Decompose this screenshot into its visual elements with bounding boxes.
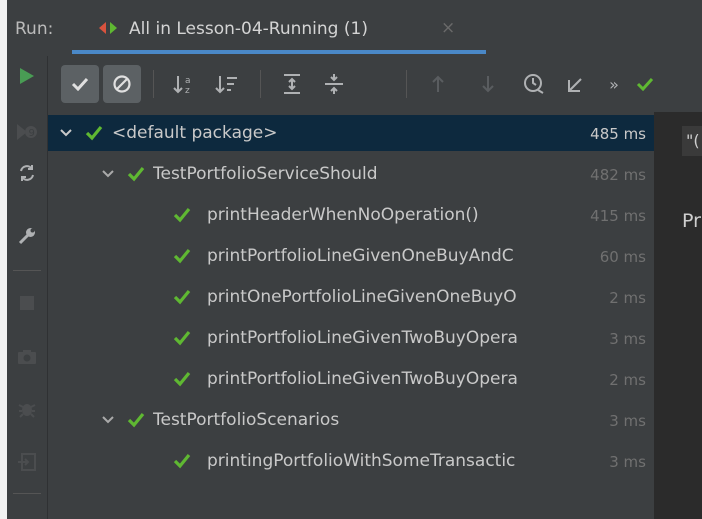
tree-row-label: printingPortfolioWithSomeTransactic [207, 451, 516, 471]
tree-row-label: TestPortfolioServiceShould [153, 164, 378, 184]
tree-row-duration: 3 ms [609, 412, 646, 430]
passed-check-icon [127, 412, 145, 428]
ignored-icon [113, 75, 131, 93]
import-arrow-icon [568, 78, 582, 92]
run-label: Run: [15, 19, 54, 39]
svg-text:9: 9 [29, 128, 35, 139]
tree-row-duration: 3 ms [609, 453, 646, 471]
passed-check-icon [173, 248, 191, 264]
collapse-all-icon [325, 74, 343, 94]
show-passed-button[interactable] [61, 65, 99, 103]
stop-icon[interactable] [7, 287, 47, 319]
run-config-icon [99, 22, 117, 34]
active-tab-indicator [72, 50, 486, 54]
clock-icon [524, 74, 544, 94]
camera-icon[interactable] [7, 341, 47, 373]
rerun-failed-icon[interactable]: 9 [7, 116, 47, 148]
rerun-icon[interactable] [7, 60, 47, 92]
console-output[interactable]: "( Pr [655, 112, 702, 519]
tree-row-duration: 2 ms [609, 371, 646, 389]
passed-check-icon [173, 453, 191, 469]
chevron-down-icon[interactable] [57, 124, 75, 142]
run-tab-bar: Run: All in Lesson-04-Running (1) × [7, 0, 702, 56]
close-icon[interactable]: × [441, 18, 455, 38]
checkmark-icon [71, 77, 89, 91]
svg-text:z: z [185, 86, 190, 95]
test-history-button[interactable] [515, 65, 553, 103]
arrow-up-icon [432, 75, 444, 92]
run-tab-title: All in Lesson-04-Running (1) [129, 19, 368, 39]
checkmark-icon [636, 77, 654, 91]
sort-duration-icon [215, 76, 237, 94]
previous-failed-button[interactable] [419, 65, 457, 103]
tree-row-label: printPortfolioLineGivenOneBuyAndC [207, 246, 514, 266]
chevron-down-icon[interactable] [99, 411, 117, 429]
expand-all-button[interactable] [273, 65, 311, 103]
import-icon[interactable] [7, 446, 47, 478]
toggle-auto-test-icon[interactable] [7, 157, 47, 189]
tree-row-label: printOnePortfolioLineGivenOneBuyO [207, 287, 517, 307]
toolbar-separator [406, 70, 407, 98]
sort-alpha-icon: az [173, 76, 191, 95]
passed-check-icon [173, 371, 191, 387]
toolbar-divider [13, 493, 41, 494]
tree-row-test-method[interactable]: printOnePortfolioLineGivenOneBuyO 2 ms [48, 279, 654, 315]
arrow-down-icon [482, 76, 494, 93]
passed-check-icon [173, 330, 191, 346]
tree-row-duration: 2 ms [609, 289, 646, 307]
toolbar-separator [260, 70, 261, 98]
svg-text:a: a [185, 76, 191, 86]
tree-row-test-method[interactable]: printPortfolioLineGivenTwoBuyOpera 3 ms [48, 320, 654, 356]
passed-check-icon [173, 289, 191, 305]
tree-row-duration: 415 ms [590, 207, 646, 225]
sort-by-duration-button[interactable] [208, 65, 246, 103]
tree-row-label: printHeaderWhenNoOperation() [207, 205, 479, 225]
tree-row-test-method[interactable]: printingPortfolioWithSomeTransactic 3 ms [48, 443, 654, 479]
collapse-all-button[interactable] [315, 65, 353, 103]
toolbar-divider [13, 270, 41, 271]
test-runner-toolbar: az » [48, 56, 702, 112]
sort-alphabetically-button[interactable]: az [166, 65, 204, 103]
passed-check-icon [173, 207, 191, 223]
passed-check-icon [127, 166, 145, 182]
tests-passed-status [630, 65, 660, 103]
tree-row-label: printPortfolioLineGivenTwoBuyOpera [207, 369, 518, 389]
debug-icon[interactable] [7, 393, 47, 425]
run-side-toolbar: 9 [7, 56, 48, 519]
chevron-down-icon[interactable] [99, 165, 117, 183]
tree-row-duration: 60 ms [599, 248, 646, 266]
more-actions-button[interactable]: » [602, 65, 626, 103]
tree-row-duration: 482 ms [590, 166, 646, 184]
show-ignored-button[interactable] [103, 65, 141, 103]
wrench-icon[interactable] [7, 220, 47, 252]
window-edge [0, 0, 7, 519]
console-first-line: "( [682, 126, 702, 156]
tree-row-test-method[interactable]: printPortfolioLineGivenTwoBuyOpera 2 ms [48, 361, 654, 397]
console-text-line: Pr [682, 210, 701, 232]
tree-row-label: printPortfolioLineGivenTwoBuyOpera [207, 328, 518, 348]
tree-row-test-method[interactable]: printHeaderWhenNoOperation() 415 ms [48, 197, 654, 233]
tree-row-duration: 485 ms [587, 125, 646, 143]
tree-row-test-class[interactable]: TestPortfolioScenarios 3 ms [48, 402, 654, 438]
overflow-chevron-icon: » [609, 74, 619, 94]
tree-row-test-method[interactable]: printPortfolioLineGivenOneBuyAndC 60 ms [48, 238, 654, 274]
expand-all-icon [284, 74, 300, 94]
run-tab[interactable]: All in Lesson-04-Running (1) × [72, 0, 486, 56]
next-failed-button[interactable] [469, 65, 507, 103]
tree-row-default-package[interactable]: <default package> 485 ms [48, 115, 654, 151]
tree-row-test-class[interactable]: TestPortfolioServiceShould 482 ms [48, 156, 654, 192]
test-results-tree[interactable]: <default package> 485 ms TestPortfolioSe… [48, 112, 654, 519]
tree-row-label: TestPortfolioScenarios [153, 410, 340, 430]
import-tests-button[interactable] [557, 65, 595, 103]
toolbar-separator [153, 70, 154, 98]
passed-check-icon [85, 125, 103, 141]
tree-row-duration: 3 ms [609, 330, 646, 348]
tree-row-label: <default package> [112, 123, 278, 143]
